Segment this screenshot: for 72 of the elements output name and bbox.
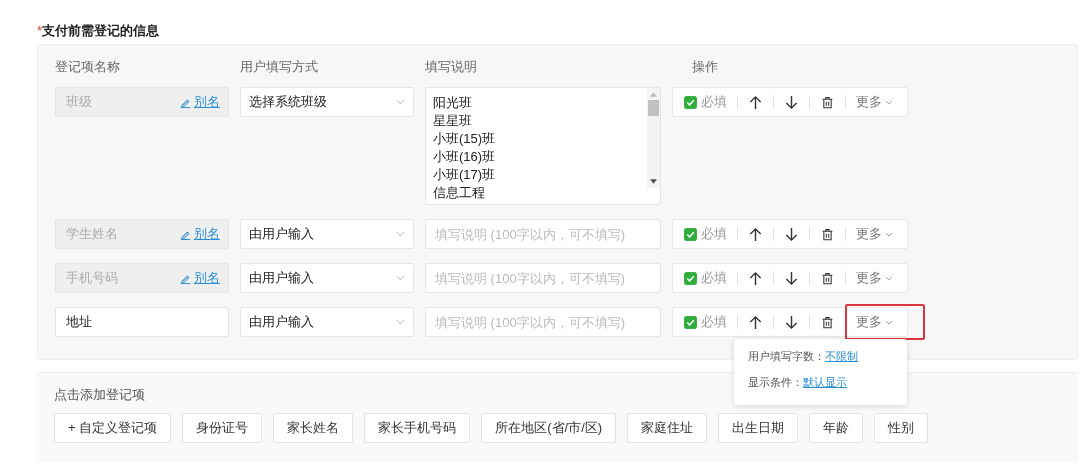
scroll-down-icon[interactable] <box>650 179 657 184</box>
option-text: 小班(16)班 <box>433 148 496 166</box>
pencil-icon <box>180 272 191 284</box>
add-item-button[interactable]: 出生日期 <box>718 413 799 443</box>
add-item-button[interactable]: + 自定义登记项 <box>54 413 172 443</box>
description-input[interactable]: 填写说明 (100字以内，可不填写) <box>425 219 661 249</box>
trash-icon[interactable] <box>821 271 834 285</box>
arrow-up-icon[interactable] <box>748 270 763 286</box>
caret-icon <box>396 275 405 281</box>
arrow-down-icon[interactable] <box>784 226 799 242</box>
more-dropdown[interactable]: 更多 <box>856 313 893 331</box>
description-input[interactable]: 填写说明 (100字以内，可不填写) <box>425 307 661 337</box>
add-item-button[interactable]: 身份证号 <box>182 413 263 443</box>
arrow-down-icon[interactable] <box>784 94 799 110</box>
mode-select[interactable]: 选择系统班级 <box>240 87 414 117</box>
trash-icon[interactable] <box>821 95 834 109</box>
caret-icon <box>396 231 405 237</box>
caret-icon <box>885 275 893 281</box>
section-title: *支付前需登记的信息 <box>37 22 161 40</box>
arrow-down-icon[interactable] <box>784 270 799 286</box>
pencil-icon <box>180 96 191 108</box>
add-item-button[interactable]: 家庭住址 <box>627 413 708 443</box>
description-input[interactable]: 填写说明 (100字以内，可不填写) <box>425 263 661 293</box>
column-header: 登记项名称 <box>55 59 121 75</box>
required-checkbox[interactable] <box>684 315 697 329</box>
required-label: 必填 <box>701 225 727 243</box>
column-header: 操作 <box>691 59 719 75</box>
trash-icon[interactable] <box>821 315 834 329</box>
setting-link[interactable]: 默认显示 <box>803 376 847 388</box>
setting-label: 用户填写字数： <box>748 350 825 362</box>
arrow-up-icon[interactable] <box>748 226 763 242</box>
caret-icon <box>396 319 405 325</box>
trash-icon[interactable] <box>821 227 834 241</box>
required-label: 必填 <box>701 93 727 111</box>
mode-select[interactable]: 由用户输入 <box>240 263 414 293</box>
column-header: 用户填写方式 <box>240 59 319 75</box>
scrollbar-thumb[interactable] <box>648 100 659 116</box>
arrow-up-icon[interactable] <box>748 314 763 330</box>
more-dropdown[interactable]: 更多 <box>856 225 893 243</box>
caret-icon <box>885 231 893 237</box>
option-text: 星星班 <box>433 112 473 130</box>
add-item-button[interactable]: 家长姓名 <box>273 413 354 443</box>
arrow-up-icon[interactable] <box>748 94 763 110</box>
setting-link[interactable]: 不限制 <box>825 350 858 362</box>
required-label: 必填 <box>701 313 727 331</box>
add-title: 点击添加登记项 <box>54 387 146 403</box>
add-item-button[interactable]: 年龄 <box>809 413 864 443</box>
column-header: 填写说明 <box>425 59 478 75</box>
add-item-button[interactable]: 性别 <box>874 413 929 443</box>
pencil-icon <box>180 228 191 240</box>
option-text: 小班(15)班 <box>433 130 496 148</box>
name-field[interactable]: 地址 <box>55 307 229 337</box>
caret-icon <box>396 99 405 105</box>
option-text: 阳光班 <box>433 94 473 112</box>
options-textarea[interactable]: 阳光班 星星班 小班(15)班 小班(16)班 小班(17)班 信息工程 <box>425 87 661 205</box>
more-dropdown[interactable]: 更多 <box>856 93 893 111</box>
mode-select[interactable]: 由用户输入 <box>240 219 414 249</box>
option-text: 信息工程 <box>433 184 486 202</box>
scrollbar[interactable] <box>647 88 660 188</box>
add-item-button[interactable]: 家长手机号码 <box>364 413 471 443</box>
option-text: 小班(17)班 <box>433 166 496 184</box>
setting-label: 显示条件： <box>748 376 803 388</box>
required-checkbox[interactable] <box>684 227 697 241</box>
caret-icon <box>885 319 893 325</box>
required-checkbox[interactable] <box>684 95 697 109</box>
arrow-down-icon[interactable] <box>784 314 799 330</box>
more-dropdown[interactable]: 更多 <box>856 269 893 287</box>
required-label: 必填 <box>701 269 727 287</box>
required-checkbox[interactable] <box>684 271 697 285</box>
caret-icon <box>885 99 893 105</box>
mode-select[interactable]: 由用户输入 <box>240 307 414 337</box>
add-item-button[interactable]: 所在地区(省/市/区) <box>481 413 617 443</box>
